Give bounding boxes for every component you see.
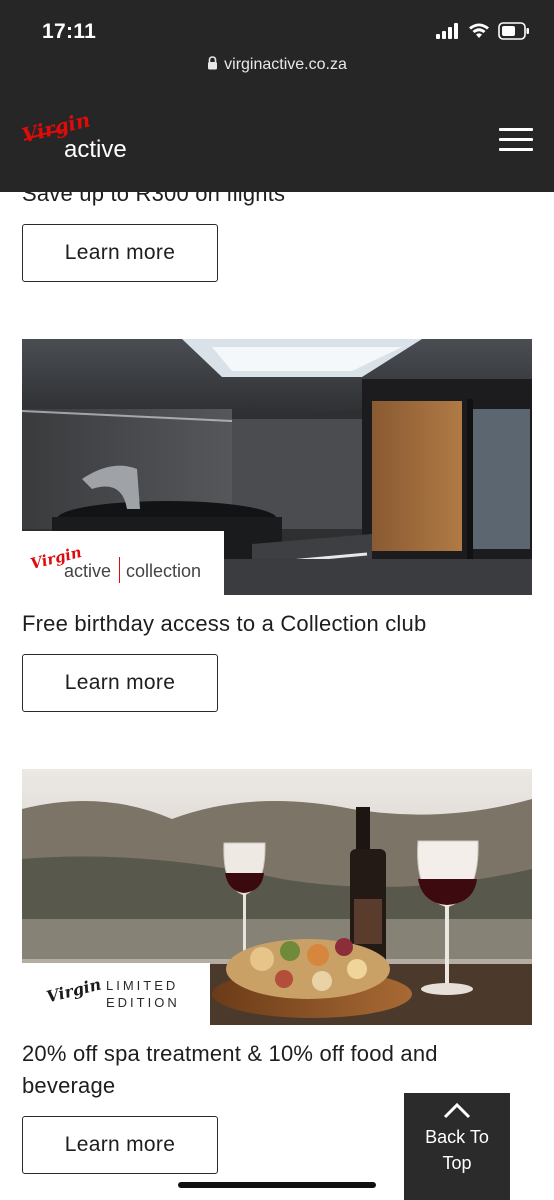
back-to-top-button[interactable]: Back To Top [404,1093,510,1200]
badge-collection-text: collection [126,561,202,581]
hamburger-icon-bar [499,148,533,151]
badge-active-text: active [64,561,112,581]
status-time: 17:11 [42,20,97,43]
offer-title-spa-line2: beverage [22,1073,116,1098]
limited-edition-badge: Virgin LIMITED EDITION [22,963,210,1025]
hamburger-icon-bar [499,138,533,141]
site-header: 17:11 virginactive.co.za Virgin active [0,0,554,192]
lock-icon [208,56,218,70]
status-icons [436,22,530,40]
badge-limited-text: LIMITED [106,978,179,993]
badge-edition-text: EDITION [106,995,180,1010]
collection-badge: Virgin active collection [22,531,224,595]
offer-title-spa-line1: 20% off spa treatment & 10% off food and [22,1041,438,1066]
battery-icon [498,22,529,40]
learn-more-button-flights[interactable]: Learn more [22,224,218,282]
signal-icon [436,23,458,39]
chevron-up-icon [443,1102,471,1119]
home-indicator [178,1182,376,1188]
virgin-active-logo[interactable]: Virgin active [19,106,140,166]
badge-divider [119,557,120,583]
browser-url-bar[interactable]: virginactive.co.za [0,56,554,74]
svg-text:active: active [64,136,127,163]
offer-title-birthday: Free birthday access to a Collection clu… [22,611,427,636]
spa-food-image: Virgin LIMITED EDITION [22,769,532,1025]
back-to-top-label-line2: Top [442,1153,472,1173]
back-to-top-label-line1: Back To [425,1127,489,1147]
url-text: virginactive.co.za [224,56,347,73]
wifi-icon [469,23,489,38]
status-bar: 17:11 [0,0,554,60]
learn-more-button-birthday[interactable]: Learn more [22,654,218,712]
hamburger-icon-bar [499,128,533,131]
hamburger-menu-button[interactable] [499,128,533,152]
collection-club-image: Virgin active collection [22,339,532,595]
virgin-logo-text: Virgin [44,974,104,1007]
learn-more-button-spa[interactable]: Learn more [22,1116,218,1174]
